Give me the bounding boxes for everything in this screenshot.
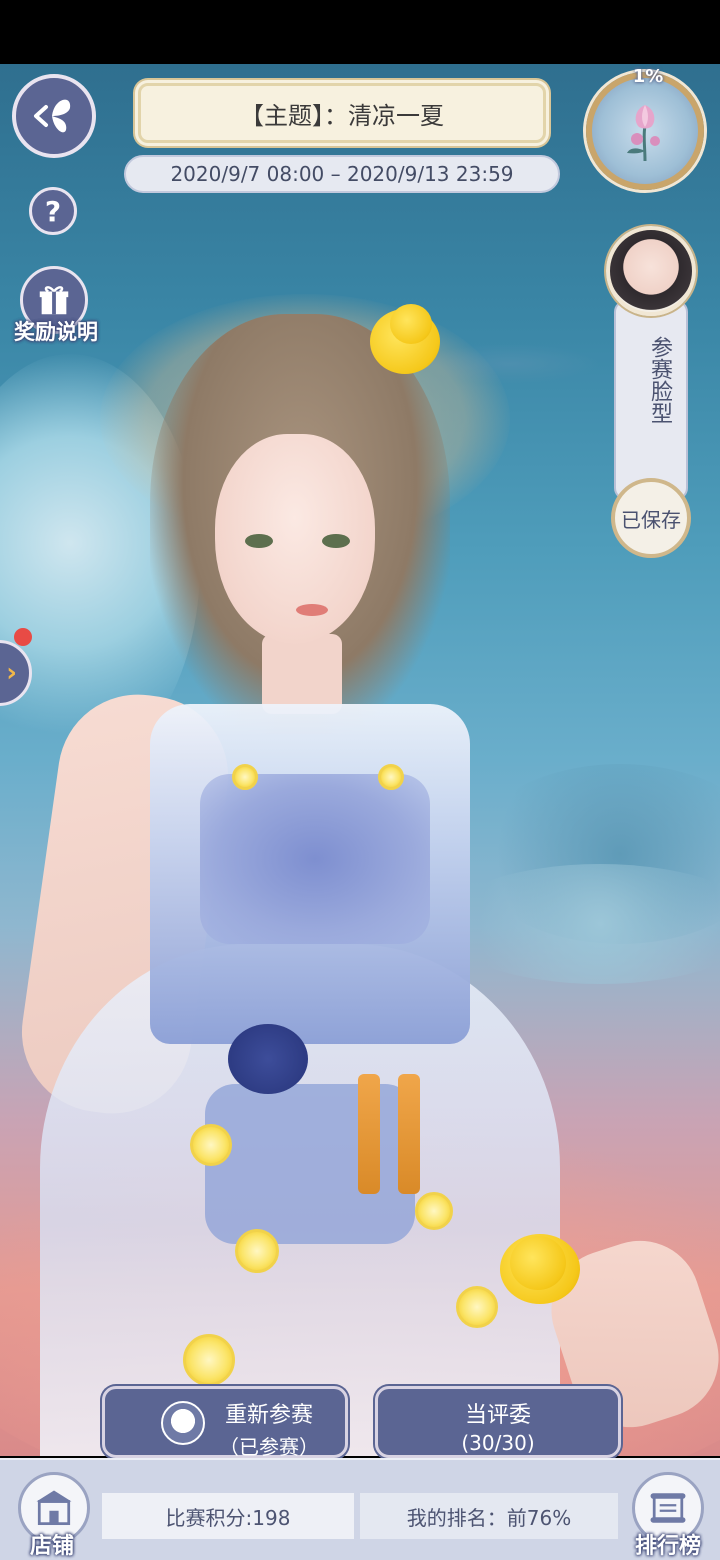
leaderboard-label: 排行榜 <box>634 1534 701 1559</box>
flower-icon <box>627 105 660 162</box>
right-eye <box>322 534 350 548</box>
neck <box>262 634 342 714</box>
face-type-label: 参赛脸型 <box>647 336 672 424</box>
shop-label: 店铺 <box>29 1534 74 1559</box>
bodice <box>200 774 430 944</box>
shop-icon <box>36 1490 72 1526</box>
lemon-decoration <box>415 1192 453 1230</box>
lemon-decoration <box>232 764 258 790</box>
rubber-duck-head <box>510 1236 566 1290</box>
rejoin-text: 重新参赛 （已参赛） <box>199 1389 339 1460</box>
face-avatar[interactable] <box>606 226 696 316</box>
help-button[interactable]: ? <box>29 187 77 235</box>
date-range-text: 2020/9/7 08:00 – 2020/9/13 23:59 <box>170 162 514 186</box>
gift-icon <box>39 286 69 315</box>
butterfly-back-icon <box>34 99 71 133</box>
theme-banner: 【主题】：清凉一夏 <box>138 83 546 143</box>
progress-percent: 1% <box>632 66 664 87</box>
reward-info-label: 奖励说明 <box>14 320 98 344</box>
rejoin-contest-button[interactable]: 重新参赛 （已参赛） <box>102 1386 348 1460</box>
contest-score: 比赛积分:198 <box>102 1493 354 1539</box>
judge-count: (30/30) <box>461 1431 535 1455</box>
lemon-decoration <box>183 1334 235 1386</box>
saved-button[interactable]: 已保存 <box>611 478 691 558</box>
lips <box>296 604 328 616</box>
face <box>215 434 375 644</box>
help-icon: ? <box>44 194 62 228</box>
rank-text: 我的排名：前76% <box>406 1505 572 1530</box>
tassel <box>358 1074 380 1194</box>
saved-label: 已保存 <box>621 507 681 532</box>
status-bar <box>0 0 720 64</box>
swim-bottom <box>205 1084 415 1244</box>
lemon-decoration <box>190 1124 232 1166</box>
event-date-range: 2020/9/7 08:00 – 2020/9/13 23:59 <box>124 155 560 193</box>
chevron-right-icon: › <box>6 658 17 688</box>
score-text: 比赛积分:198 <box>165 1505 291 1530</box>
my-rank: 我的排名：前76% <box>360 1493 618 1539</box>
theme-title: 【主题】：清凉一夏 <box>240 101 444 130</box>
back-button[interactable] <box>12 74 96 158</box>
rejoin-status: （已参赛） <box>219 1435 319 1459</box>
scroll-icon <box>650 1493 686 1523</box>
notification-dot <box>14 628 32 646</box>
lemon-decoration <box>235 1229 279 1273</box>
tassel <box>398 1074 420 1194</box>
lemon-decoration <box>456 1286 498 1328</box>
left-eye <box>245 534 273 548</box>
rejoin-title: 重新参赛 <box>224 1403 313 1428</box>
progress-medallion[interactable] <box>586 72 704 190</box>
wrist-scrunchie <box>228 1024 308 1094</box>
lemon-decoration <box>378 764 404 790</box>
be-judge-button[interactable]: 当评委 (30/30) <box>375 1386 621 1458</box>
duck-hat-head <box>390 304 432 344</box>
judge-title: 当评委 <box>464 1403 531 1428</box>
